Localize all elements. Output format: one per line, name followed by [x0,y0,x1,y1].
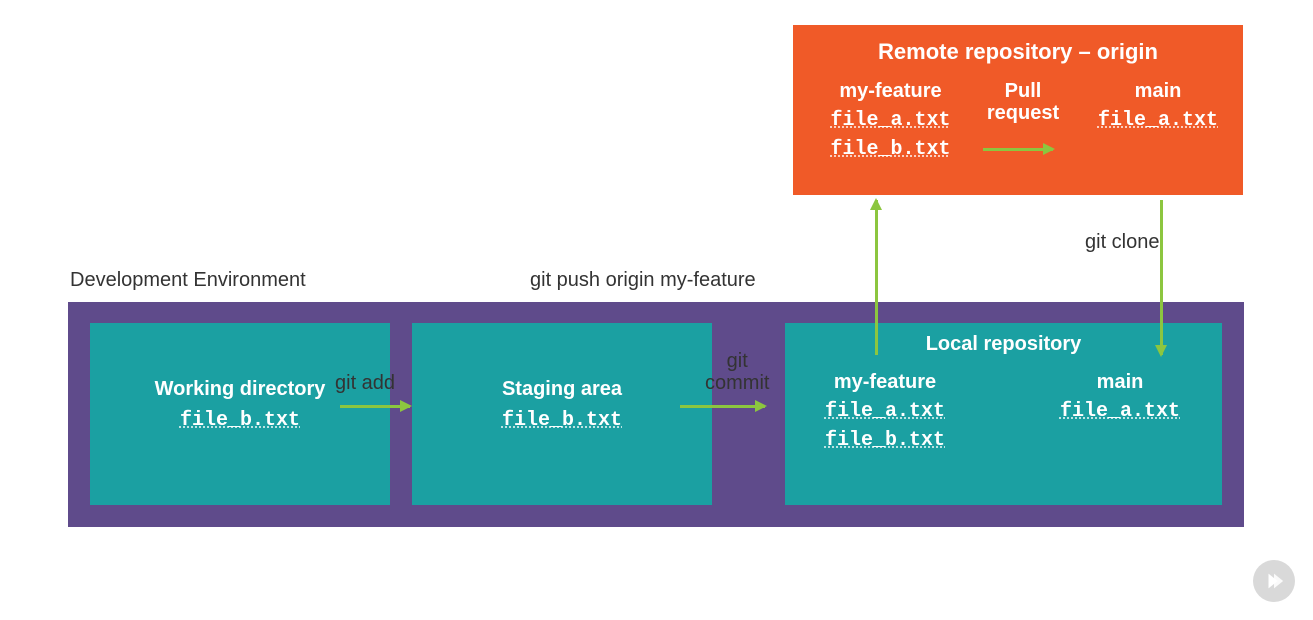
remote-feature-file: file_a.txt [813,109,968,132]
remote-main-column: main file_a.txt [1083,80,1233,132]
working-directory-box: Working directory file_b.txt [90,323,390,505]
remote-feature-file: file_b.txt [813,138,968,161]
local-main-column: main file_a.txt [1030,371,1210,423]
staging-area-title: Staging area [412,378,712,401]
staging-area-file: file_b.txt [412,409,712,432]
git-clone-label: git clone [1085,231,1160,254]
remote-main-branch: main [1083,80,1233,103]
remote-feature-branch: my-feature [813,80,968,103]
local-feature-file: file_b.txt [795,429,975,452]
local-feature-file: file_a.txt [795,400,975,423]
working-directory-file: file_b.txt [90,409,390,432]
git-clone-arrow [1160,200,1163,355]
brand-logo-icon [1253,560,1295,602]
git-commit-arrow [680,405,765,408]
pull-request-label: Pullrequest [968,80,1078,124]
local-feature-branch: my-feature [795,371,975,394]
local-main-branch: main [1030,371,1210,394]
remote-feature-column: my-feature file_a.txt file_b.txt [813,80,968,161]
remote-title: Remote repository – origin [793,39,1243,65]
dev-env-label: Development Environment [70,269,306,292]
local-main-file: file_a.txt [1030,400,1210,423]
git-add-label: git add [335,372,395,395]
remote-repository-box: Remote repository – origin my-feature fi… [793,25,1243,195]
pull-request-arrow [983,148,1053,151]
staging-area-box: Staging area file_b.txt [412,323,712,505]
local-feature-column: my-feature file_a.txt file_b.txt [795,371,975,452]
git-commit-label: gitcommit [705,350,769,394]
git-add-arrow [340,405,410,408]
remote-main-file: file_a.txt [1083,109,1233,132]
git-push-arrow [875,200,878,355]
git-push-label: git push origin my-feature [530,269,756,292]
remote-pull-request-column: Pullrequest [968,80,1078,124]
